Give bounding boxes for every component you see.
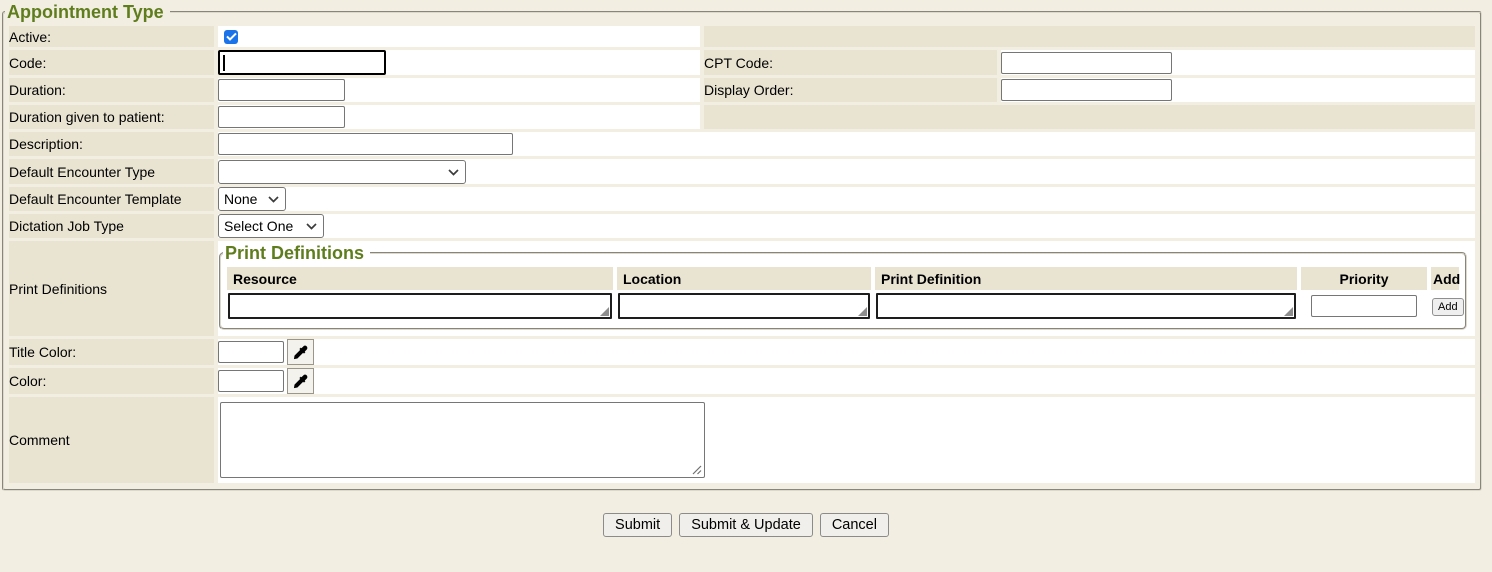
comment-label: Comment (9, 397, 214, 483)
print-definitions-header-row: Resource Location Print Definition Prior… (227, 267, 1459, 290)
title-color-picker-button[interactable] (287, 339, 314, 365)
color-picker-button[interactable] (287, 368, 314, 394)
resource-combobox[interactable] (228, 293, 612, 319)
resource-column-header: Resource (227, 267, 613, 290)
dictation-job-type-label: Dictation Job Type (9, 214, 214, 238)
default-encounter-type-select[interactable] (218, 160, 466, 184)
eyedropper-icon (293, 374, 308, 389)
text-caret (223, 55, 225, 71)
code-input[interactable] (218, 50, 386, 75)
print-definitions-label: Print Definitions (9, 241, 214, 336)
eyedropper-icon (293, 345, 308, 360)
form-action-bar: Submit Submit & Update Cancel (0, 513, 1492, 537)
cpt-code-label: CPT Code: (704, 50, 997, 75)
appointment-type-legend: Appointment Type (5, 2, 170, 22)
row-active: Active: (9, 26, 1475, 47)
cancel-button[interactable]: Cancel (820, 513, 889, 537)
display-order-input[interactable] (1001, 79, 1172, 101)
row-duration: Duration: Display Order: (9, 78, 1475, 102)
color-label: Color: (9, 368, 214, 394)
duration-input[interactable] (218, 79, 345, 101)
row-print-definitions: Print Definitions Print Definitions Reso… (9, 241, 1475, 336)
row-color: Color: (9, 368, 1475, 394)
default-encounter-template-label: Default Encounter Template (9, 187, 214, 211)
chevron-down-icon (448, 169, 459, 176)
empty-cell (704, 105, 1475, 129)
empty-cell (704, 26, 1475, 47)
row-default-encounter-template: Default Encounter Template None (9, 187, 1475, 211)
selected-value: Select One (224, 218, 293, 234)
print-definitions-fieldset: Print Definitions Resource Location Prin… (219, 243, 1467, 330)
submit-update-button[interactable]: Submit & Update (679, 513, 813, 537)
title-color-label: Title Color: (9, 339, 214, 365)
description-label: Description: (9, 132, 214, 156)
resize-handle[interactable] (600, 307, 609, 316)
active-label: Active: (9, 26, 214, 47)
print-definitions-input-row: Add (227, 292, 1459, 320)
cpt-code-input[interactable] (1001, 52, 1172, 74)
print-definitions-legend: Print Definitions (223, 243, 370, 263)
default-encounter-template-select[interactable]: None (218, 187, 286, 211)
row-title-color: Title Color: (9, 339, 1475, 365)
title-color-input[interactable] (218, 341, 284, 363)
resize-handle[interactable] (692, 465, 702, 475)
display-order-label: Display Order: (704, 78, 997, 102)
row-default-encounter-type: Default Encounter Type (9, 159, 1475, 184)
location-column-header: Location (617, 267, 871, 290)
priority-input[interactable] (1311, 295, 1417, 317)
priority-column-header: Priority (1301, 267, 1427, 290)
chevron-down-icon (306, 223, 317, 230)
row-duration-patient: Duration given to patient: (9, 105, 1475, 129)
duration-label: Duration: (9, 78, 214, 102)
check-icon (226, 32, 237, 41)
description-input[interactable] (218, 133, 513, 155)
row-dictation-job-type: Dictation Job Type Select One (9, 214, 1475, 238)
color-input[interactable] (218, 370, 284, 392)
duration-patient-input[interactable] (218, 106, 345, 128)
row-description: Description: (9, 132, 1475, 156)
comment-textarea[interactable] (220, 402, 705, 478)
submit-button[interactable]: Submit (603, 513, 672, 537)
selected-value: None (224, 191, 257, 207)
add-button[interactable]: Add (1432, 298, 1464, 316)
code-label: Code: (9, 50, 214, 75)
row-comment: Comment (9, 397, 1475, 483)
resize-handle[interactable] (858, 307, 867, 316)
active-checkbox[interactable] (224, 30, 238, 44)
print-definition-combobox[interactable] (876, 293, 1296, 319)
print-definition-column-header: Print Definition (875, 267, 1297, 290)
appointment-type-form-table: Active: Code: CPT Code: (5, 23, 1479, 486)
row-code: Code: CPT Code: (9, 50, 1475, 75)
chevron-down-icon (268, 196, 279, 203)
add-column-header: Add (1431, 267, 1459, 290)
print-definitions-table: Resource Location Print Definition Prior… (223, 265, 1463, 322)
resize-handle[interactable] (1284, 307, 1293, 316)
dictation-job-type-select[interactable]: Select One (218, 214, 324, 238)
default-encounter-type-label: Default Encounter Type (9, 159, 214, 184)
duration-patient-label: Duration given to patient: (9, 105, 214, 129)
appointment-type-fieldset: Appointment Type Active: Code: CPT Code (2, 2, 1482, 491)
location-combobox[interactable] (618, 293, 870, 319)
